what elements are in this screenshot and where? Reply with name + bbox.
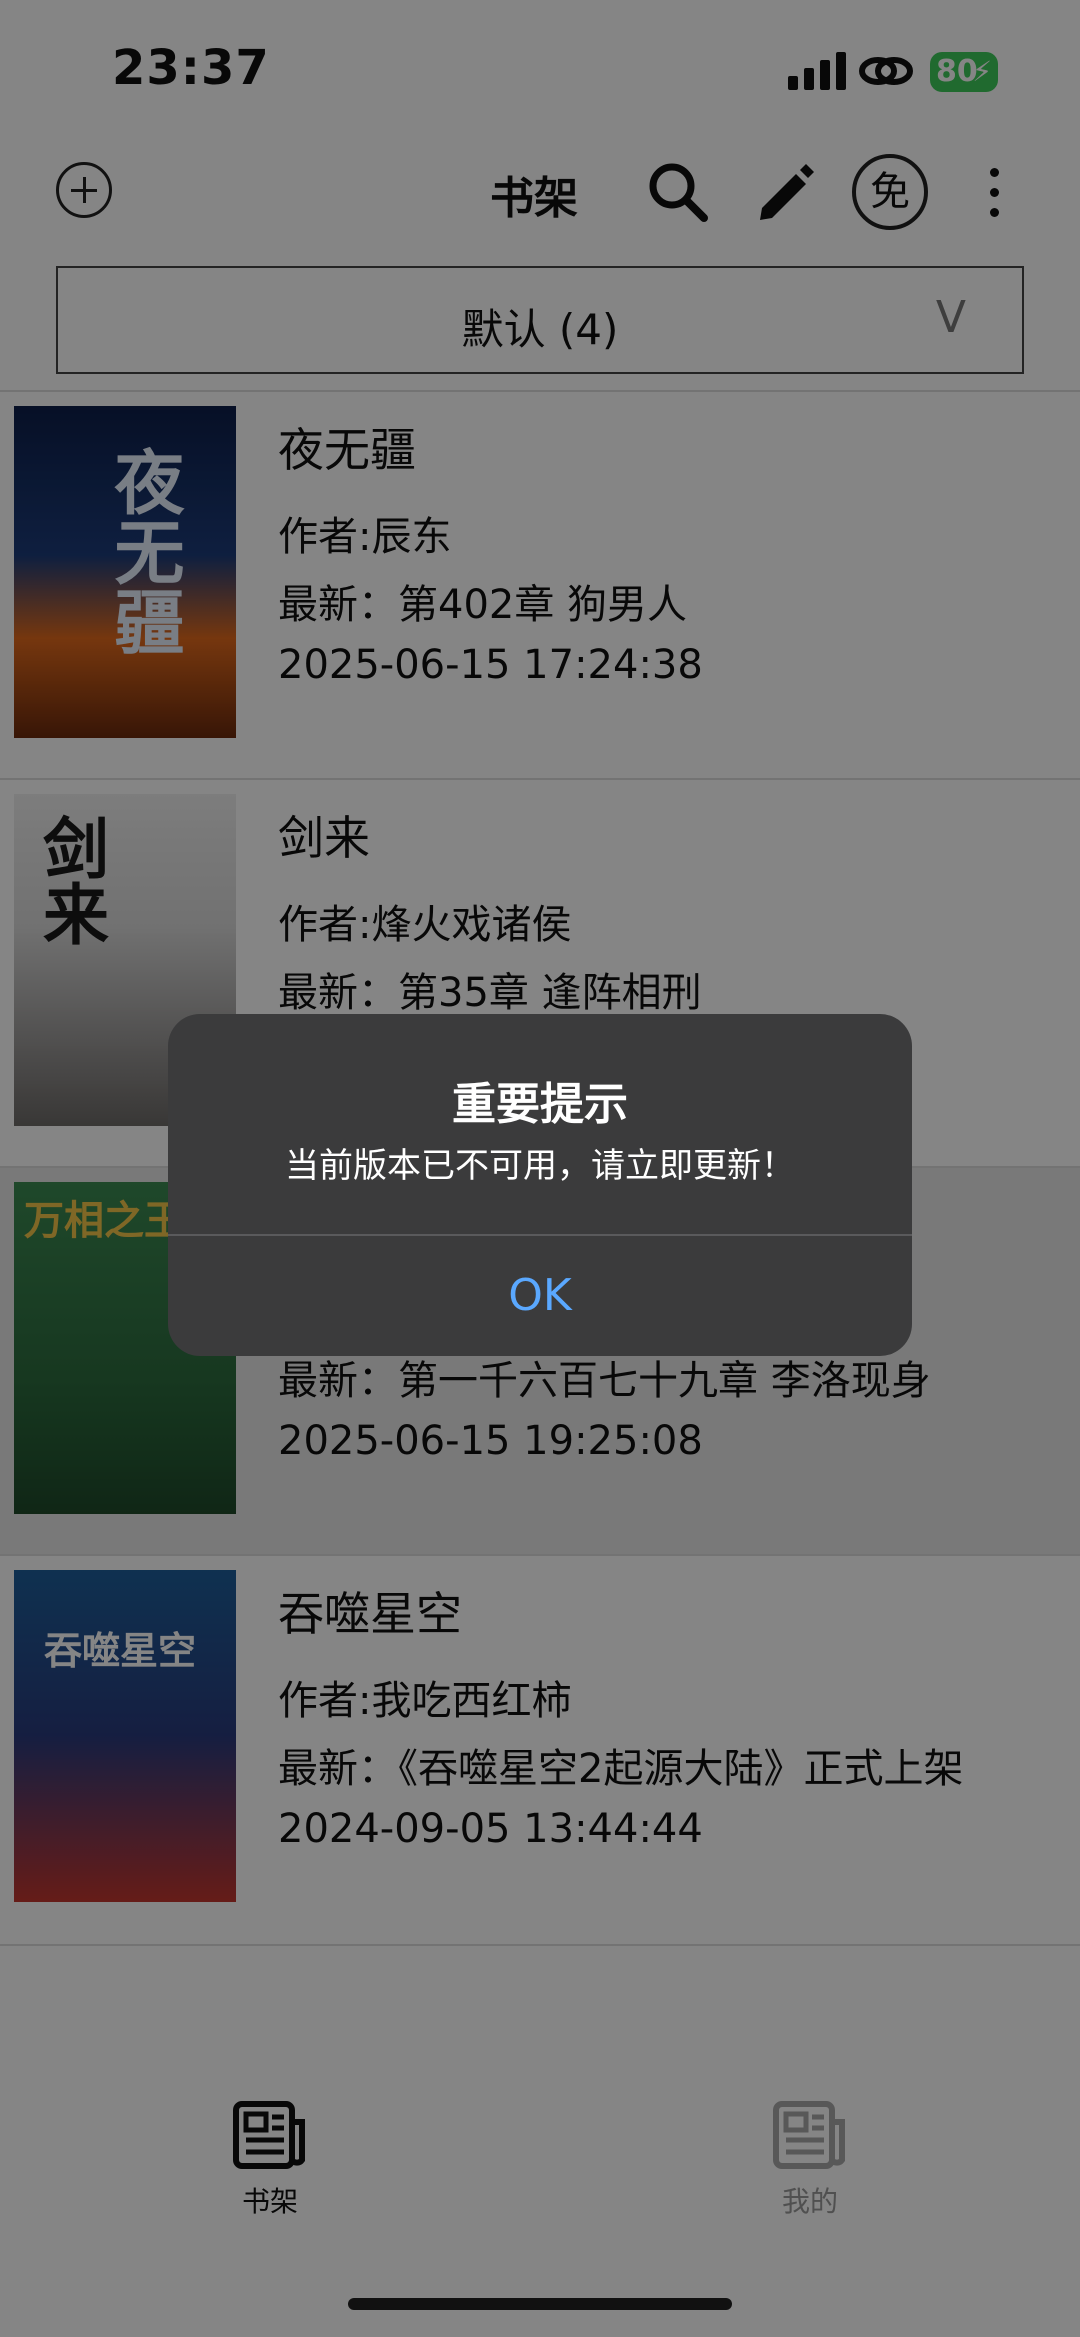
alert-title: 重要提示 (452, 1079, 628, 1130)
alert-message: 当前版本已不可用，请立即更新！ (285, 1146, 795, 1186)
ok-button[interactable]: OK (168, 1236, 912, 1356)
home-indicator (348, 2298, 732, 2310)
alert-dialog: 重要提示 当前版本已不可用，请立即更新！ OK (168, 1014, 912, 1356)
